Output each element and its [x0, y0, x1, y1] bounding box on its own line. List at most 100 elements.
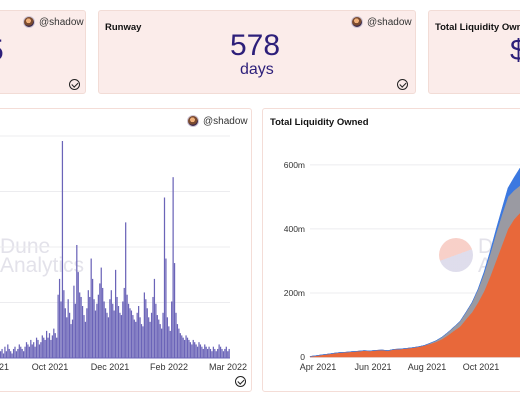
bar: [106, 312, 108, 358]
bar: [161, 328, 163, 358]
bar: [194, 342, 196, 358]
bar: [31, 344, 33, 358]
bar: [185, 335, 187, 358]
bar: [158, 319, 160, 358]
bar: [104, 308, 107, 358]
bar: [33, 342, 35, 358]
bar: [24, 346, 26, 358]
bar: [25, 342, 28, 358]
bar: [175, 312, 177, 358]
bar: [214, 348, 216, 358]
bar: [227, 351, 229, 358]
bar: [176, 324, 179, 358]
bar: [166, 317, 168, 358]
bar: [50, 339, 52, 358]
bar: [44, 339, 46, 358]
bar: [196, 346, 199, 358]
bar: [129, 308, 131, 358]
x-tick-label: Oct 2021: [463, 362, 500, 372]
bar: [143, 292, 145, 358]
bar: [113, 310, 115, 358]
bar: [56, 337, 58, 358]
bar: [140, 324, 143, 358]
bar: [93, 299, 95, 358]
bar: [188, 339, 190, 358]
bar: [212, 346, 214, 358]
bar: [201, 346, 203, 358]
bar: [165, 258, 167, 358]
bar: [122, 301, 124, 358]
bar: [51, 335, 53, 358]
x-tick-label: Jun 2021: [354, 362, 391, 372]
bar: [209, 348, 212, 358]
bar: [15, 351, 18, 358]
total-liquidity-counter-card: Total Liquidity Owne $: [428, 10, 520, 94]
bar: [219, 346, 222, 358]
bar: [125, 222, 127, 359]
bar: [87, 290, 89, 358]
bar: [189, 342, 191, 358]
bar: [79, 292, 81, 358]
bar: [145, 299, 147, 358]
bar: [218, 344, 220, 358]
check-circle-icon: [397, 79, 408, 90]
x-tick-label: Oct 2021: [32, 362, 69, 372]
bar: [63, 290, 65, 358]
bar: [48, 333, 51, 358]
bar: [110, 290, 112, 358]
bar: [198, 342, 200, 358]
bar: [130, 310, 133, 358]
bar: [155, 303, 157, 358]
bar: [4, 346, 6, 358]
bar: [1, 348, 3, 358]
bar: [100, 267, 102, 358]
bar: [138, 306, 140, 358]
bar: [184, 339, 186, 358]
bar: [120, 315, 122, 358]
bar: [103, 301, 105, 358]
bar: [7, 344, 9, 358]
bar: [77, 272, 79, 358]
bar: [99, 283, 101, 358]
bar: [163, 197, 166, 358]
bar: [224, 348, 226, 358]
bar: [208, 346, 210, 358]
author-link[interactable]: @shadow: [351, 16, 412, 28]
bar: [28, 346, 30, 358]
bar: [74, 303, 76, 358]
bar: [80, 296, 82, 358]
bar: [0, 351, 2, 358]
bar: [195, 344, 197, 358]
bar: [181, 335, 183, 358]
bar: [70, 324, 72, 358]
counter-card-left: 5 @shadow: [0, 10, 86, 94]
bar: [43, 337, 45, 358]
bar: [61, 141, 64, 358]
bar: [46, 330, 48, 359]
counter-value: $: [510, 34, 520, 67]
bar: [102, 287, 104, 358]
bar: [146, 308, 148, 358]
bar: [152, 296, 154, 358]
bar: [97, 294, 99, 358]
bar: [96, 303, 98, 358]
bar: [8, 348, 10, 358]
bar: [57, 294, 59, 358]
y-tick-label: 0: [300, 352, 305, 362]
bar: [169, 330, 171, 359]
bar: [142, 326, 144, 358]
author-link[interactable]: @shadow: [23, 16, 84, 28]
bar: [35, 337, 38, 358]
bar: [40, 342, 42, 358]
bar: [5, 351, 7, 358]
bar: [92, 278, 94, 358]
bar: [135, 321, 137, 358]
bar: [221, 348, 223, 358]
bar: [136, 312, 138, 358]
runway-unit: days: [240, 61, 274, 78]
bar: [37, 339, 39, 358]
bar: [119, 312, 121, 358]
bar: [30, 339, 32, 358]
bar: [73, 285, 75, 358]
bar: [12, 348, 15, 358]
